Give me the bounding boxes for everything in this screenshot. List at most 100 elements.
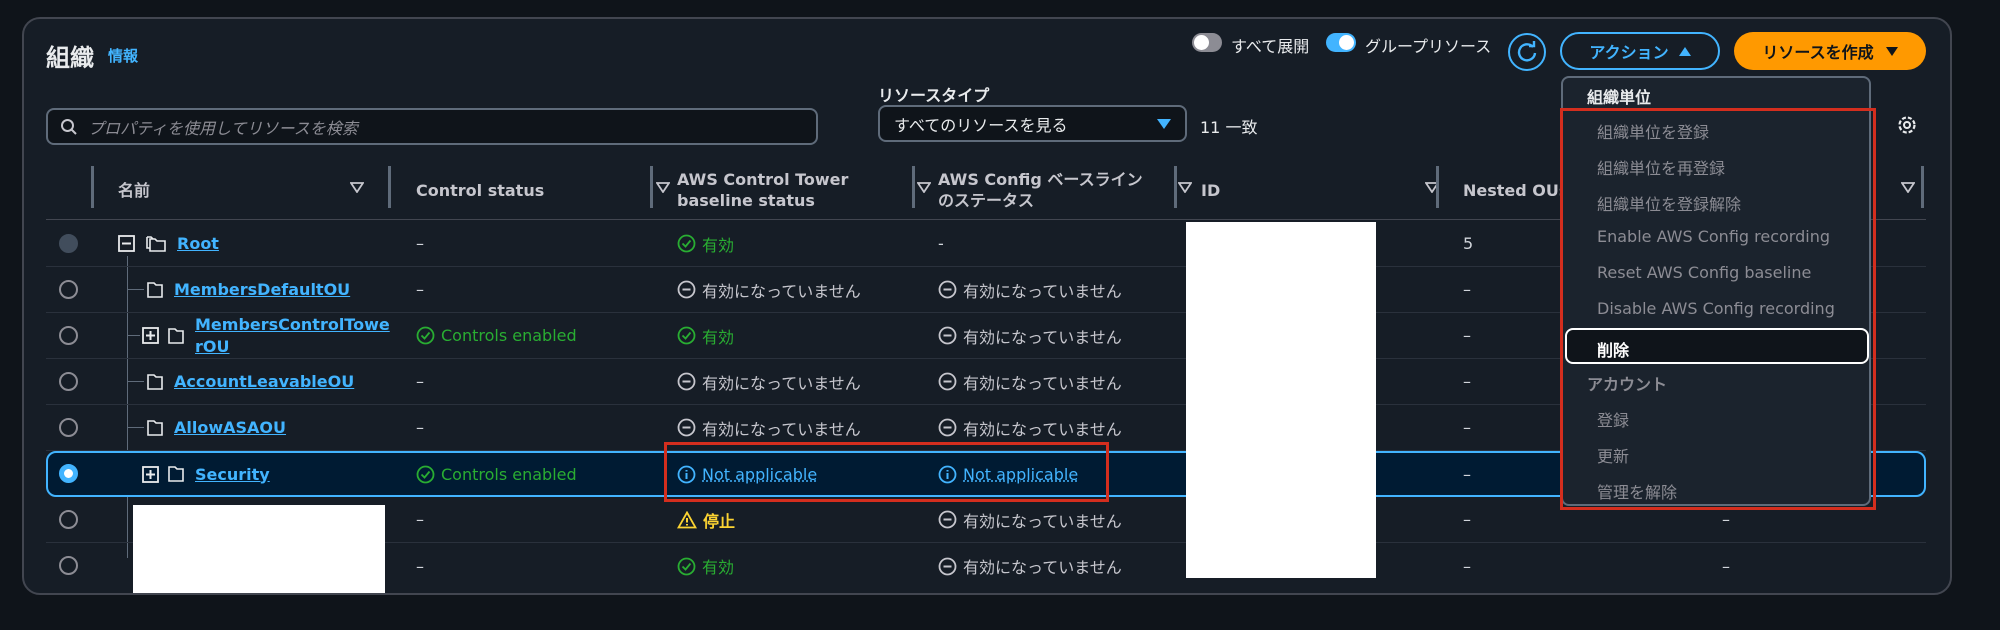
actions-button[interactable]: アクション xyxy=(1560,32,1720,70)
ct-status: 有効になっていません xyxy=(677,267,861,312)
column-config-baseline[interactable]: AWS Config ベースライン のステータス xyxy=(938,160,1208,220)
check-circle-icon xyxy=(677,234,696,253)
ct-status-text: 有効になっていません xyxy=(702,281,861,301)
nested-ous-value: – xyxy=(1463,464,1471,484)
column-id[interactable]: ID xyxy=(1201,160,1455,220)
folders-icon xyxy=(146,235,166,252)
control-status: – xyxy=(416,234,424,253)
config-status: 有効になっていません xyxy=(938,543,1122,589)
config-status-text: 有効になっていません xyxy=(963,373,1122,393)
config-status-text: 有効になっていません xyxy=(963,419,1122,439)
extra-column-value: – xyxy=(1722,556,1730,576)
ct-status: 有効になっていません xyxy=(677,359,861,404)
column-ct-baseline[interactable]: AWS Control Tower baseline status xyxy=(677,160,947,220)
collapse-icon[interactable] xyxy=(118,235,135,252)
folder-icon xyxy=(147,419,163,436)
control-status-text: Controls enabled xyxy=(441,464,577,484)
create-resource-label: リソースを作成 xyxy=(1762,43,1874,62)
control-status: Controls enabled xyxy=(416,453,577,495)
minus-circle-icon xyxy=(677,372,696,391)
redacted-id-column xyxy=(1186,222,1376,578)
sort-icon xyxy=(1178,182,1192,193)
folder-icon xyxy=(147,373,163,390)
check-circle-icon xyxy=(416,326,435,345)
expand-icon[interactable] xyxy=(142,327,159,344)
minus-circle-icon xyxy=(938,280,957,299)
row-radio[interactable] xyxy=(59,372,78,391)
refresh-button[interactable] xyxy=(1508,33,1546,71)
gear-icon[interactable] xyxy=(1896,114,1918,136)
column-ct-baseline-label: AWS Control Tower baseline status xyxy=(677,170,849,210)
group-resources-toggle[interactable] xyxy=(1326,33,1356,52)
search-icon xyxy=(61,118,77,135)
folder-icon xyxy=(147,281,163,298)
ou-link-root[interactable]: Root xyxy=(177,234,219,253)
config-status: 有効になっていません xyxy=(938,267,1122,312)
minus-circle-icon xyxy=(677,280,696,299)
config-status-text: 有効になっていません xyxy=(963,281,1122,301)
expand-all-label: すべて展開 xyxy=(1231,37,1310,56)
config-status-text: 有効になっていません xyxy=(963,558,1122,577)
minus-circle-icon xyxy=(938,510,957,529)
ct-status-text: 停止 xyxy=(703,511,736,531)
ou-link-security[interactable]: Security xyxy=(195,465,270,484)
check-circle-icon xyxy=(416,465,435,483)
column-name[interactable]: 名前 xyxy=(118,160,380,220)
actions-button-label: アクション xyxy=(1589,43,1669,62)
folder-icon xyxy=(168,327,184,344)
nested-ous-value: – xyxy=(1463,510,1471,529)
check-circle-icon xyxy=(677,326,696,345)
ou-link[interactable]: AccountLeavableOU xyxy=(174,372,354,391)
row-radio[interactable] xyxy=(59,280,78,299)
caret-down-icon xyxy=(1157,119,1171,129)
match-count: 11 一致 xyxy=(1200,118,1258,137)
resource-type-select[interactable]: すべてのリソースを見る xyxy=(878,105,1187,142)
resource-type-label: リソースタイプ xyxy=(878,86,990,105)
column-name-label: 名前 xyxy=(118,180,151,200)
config-status: 有効になっていません xyxy=(938,359,1122,404)
nested-ous-value: 5 xyxy=(1463,234,1474,253)
control-status: – xyxy=(416,280,424,299)
ct-status: 停止 xyxy=(677,497,735,542)
config-status-text: 有効になっていません xyxy=(963,327,1122,347)
caret-up-icon xyxy=(1678,46,1691,56)
row-radio-selected[interactable] xyxy=(59,464,78,483)
info-link[interactable]: 情報 xyxy=(108,45,138,66)
control-status: – xyxy=(416,556,424,576)
search-placeholder: プロパティを使用してリソースを検索 xyxy=(88,118,358,138)
column-control-status[interactable]: Control status xyxy=(416,160,686,220)
config-status: - xyxy=(938,234,944,253)
minus-circle-icon xyxy=(938,372,957,391)
row-radio[interactable] xyxy=(59,418,78,437)
create-resource-button[interactable]: リソースを作成 xyxy=(1734,32,1926,70)
sort-icon xyxy=(917,182,931,193)
ct-status-text: 有効になっていません xyxy=(702,373,861,393)
warning-icon xyxy=(677,510,697,528)
column-config-baseline-label: AWS Config ベースライン のステータス xyxy=(938,170,1143,210)
folder-icon xyxy=(168,466,184,482)
ou-link[interactable]: MembersControlTowe rOU xyxy=(195,314,390,358)
nested-ous-value: – xyxy=(1463,326,1471,345)
ct-status: 有効 xyxy=(677,313,734,358)
redacted-names xyxy=(133,505,385,593)
nested-ous-value: – xyxy=(1463,556,1471,576)
group-resources-label: グループリソース xyxy=(1365,37,1492,56)
ct-status-text: 有効 xyxy=(702,235,735,255)
ou-link[interactable]: AllowASAOU xyxy=(174,418,286,437)
row-radio[interactable] xyxy=(59,326,78,345)
row-radio xyxy=(59,234,78,253)
control-status-text: Controls enabled xyxy=(441,326,577,345)
column-id-label: ID xyxy=(1201,180,1221,200)
control-status: – xyxy=(416,418,424,437)
ou-link[interactable]: MembersDefaultOU xyxy=(174,280,350,299)
expand-all-toggle[interactable] xyxy=(1192,33,1222,52)
row-radio[interactable] xyxy=(59,556,78,575)
config-status: 有効になっていません xyxy=(938,313,1122,358)
row-radio[interactable] xyxy=(59,510,78,529)
ct-status-text: 有効 xyxy=(702,327,735,347)
search-input[interactable]: プロパティを使用してリソースを検索 xyxy=(46,108,818,145)
expand-icon[interactable] xyxy=(142,465,159,483)
control-status: Controls enabled xyxy=(416,313,577,358)
control-status: – xyxy=(416,372,424,391)
sort-icon xyxy=(350,182,364,193)
